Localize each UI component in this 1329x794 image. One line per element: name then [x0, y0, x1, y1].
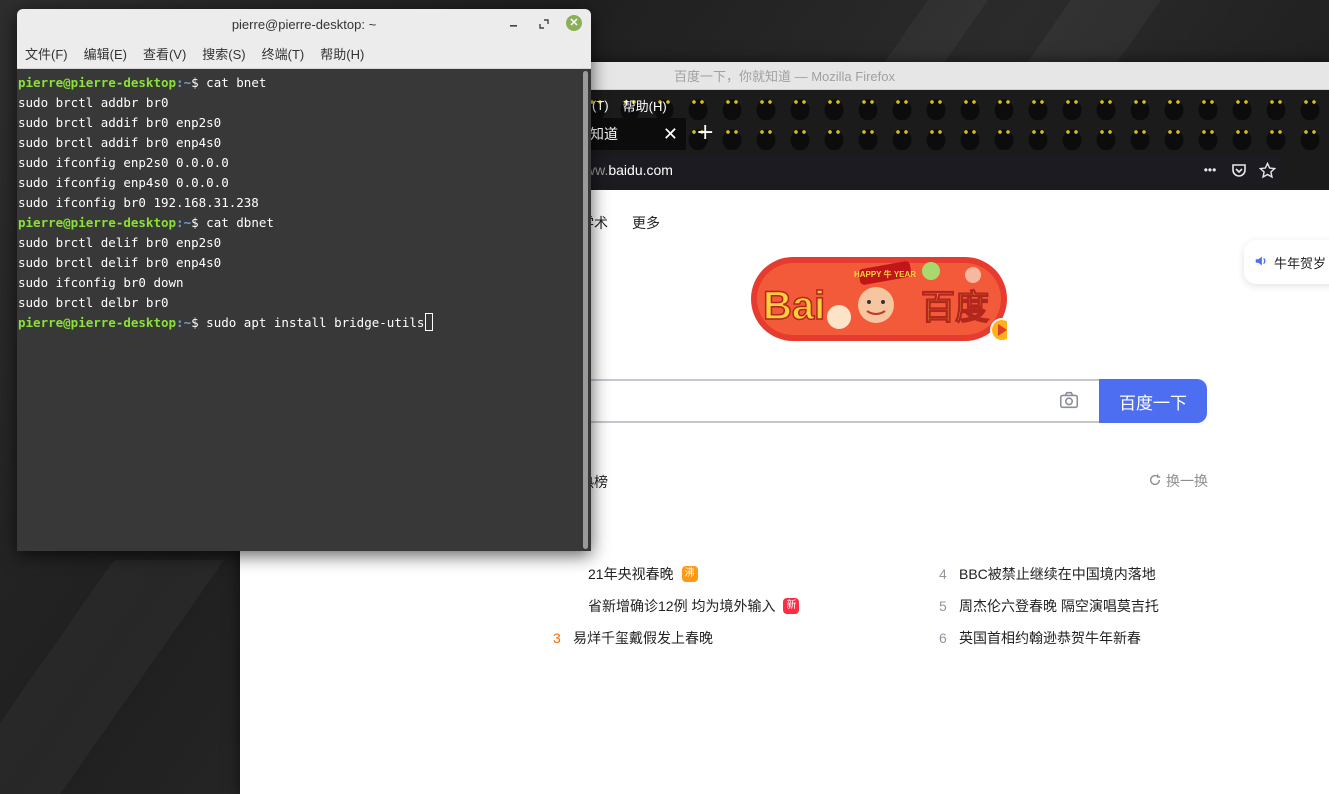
hot-rank: 5: [939, 598, 947, 614]
baidu-doodle-logo[interactable]: HAPPY 牛 YEAR Bai 百度: [751, 257, 1014, 343]
prompt-symbol: $: [191, 75, 207, 90]
minimize-icon[interactable]: [506, 16, 522, 32]
terminal-prompt-line: pierre@pierre-desktop:~$ sudo apt instal…: [18, 313, 591, 333]
new-badge: 新: [783, 598, 800, 614]
page-actions-icon[interactable]: •••: [1199, 159, 1221, 181]
hot-item-text: 周杰伦六登春晚 隔空演唱莫吉托: [959, 598, 1159, 614]
side-pill-label: 牛年贺岁: [1274, 255, 1327, 271]
prompt-user: pierre@pierre-desktop: [18, 215, 177, 230]
prompt-path: :~: [176, 75, 192, 90]
close-icon[interactable]: ✕: [566, 15, 582, 31]
terminal-titlebar[interactable]: pierre@pierre-desktop: ~ ✕: [17, 9, 591, 39]
terminal-command: cat bnet: [206, 75, 267, 90]
hot-item[interactable]: 21年央视春晚 沸: [588, 564, 698, 584]
speaker-icon: [1254, 254, 1268, 271]
terminal-title: pierre@pierre-desktop: ~: [231, 16, 377, 32]
terminal-menu-help[interactable]: 帮助(H): [320, 44, 364, 63]
camera-icon[interactable]: [1058, 389, 1082, 413]
hot-rank: 4: [939, 566, 947, 582]
doodle-text-bai: Bai: [763, 284, 825, 328]
terminal-output-line: sudo brctl delbr br0: [18, 295, 169, 310]
prompt-user: pierre@pierre-desktop: [18, 315, 177, 330]
terminal-window: pierre@pierre-desktop: ~ ✕ 文件(F) 编辑(E) 查…: [17, 9, 591, 551]
firefox-menu-help[interactable]: 帮助(H): [623, 96, 667, 115]
prompt-symbol: $: [191, 315, 207, 330]
hot-list-refresh[interactable]: 换一换: [1148, 471, 1208, 491]
baidu-search-input[interactable]: [580, 379, 1100, 423]
firefox-tab-label: 知道: [590, 126, 618, 142]
hot-item[interactable]: 6 英国首相约翰逊恭贺牛年新春: [939, 628, 1141, 648]
doodle-banner-text: HAPPY 牛 YEAR: [854, 269, 916, 279]
hot-item[interactable]: 4 BBC被禁止继续在中国境内落地: [939, 564, 1156, 584]
terminal-output[interactable]: pierre@pierre-desktop:~$ cat bnet sudo b…: [17, 69, 591, 551]
terminal-output-line: sudo ifconfig br0 192.168.31.238: [18, 195, 259, 210]
terminal-output-line: sudo ifconfig enp2s0 0.0.0.0: [18, 155, 229, 170]
hot-item[interactable]: 5 周杰伦六登春晚 隔空演唱莫吉托: [939, 596, 1159, 616]
terminal-menu-file[interactable]: 文件(F): [25, 44, 68, 63]
terminal-cursor: [425, 313, 434, 331]
terminal-command-current: sudo apt install bridge-utils: [206, 315, 425, 330]
terminal-menu-terminal[interactable]: 终端(T): [262, 44, 305, 63]
pocket-icon[interactable]: [1228, 159, 1250, 181]
url-domain: baidu.com: [608, 162, 673, 178]
firefox-window-title: 百度一下，你就知道 — Mozilla Firefox: [673, 69, 896, 84]
terminal-command: cat dbnet: [206, 215, 274, 230]
terminal-output-line: sudo brctl delif br0 enp2s0: [18, 235, 222, 250]
prompt-symbol: $: [191, 215, 207, 230]
hot-rank: 6: [939, 630, 947, 646]
terminal-scrollbar[interactable]: [583, 71, 588, 549]
terminal-output-line: sudo brctl addif br0 enp4s0: [18, 135, 222, 150]
hot-item-text: BBC被禁止继续在中国境内落地: [959, 566, 1156, 582]
hot-rank: 3: [553, 630, 561, 646]
hot-item[interactable]: 3 易烊千玺戴假发上春晚: [553, 628, 713, 648]
terminal-prompt-line: pierre@pierre-desktop:~$ cat dbnet: [18, 213, 591, 233]
terminal-output-line: sudo brctl addbr br0: [18, 95, 169, 110]
baidu-top-nav: 学术 更多: [580, 213, 660, 233]
terminal-output-line: sudo ifconfig br0 down: [18, 275, 184, 290]
bookmark-star-icon[interactable]: [1256, 159, 1278, 181]
new-tab-button[interactable]: +: [696, 120, 714, 146]
terminal-menubar: 文件(F) 编辑(E) 查看(V) 搜索(S) 终端(T) 帮助(H): [17, 39, 591, 69]
terminal-menu-search[interactable]: 搜索(S): [202, 44, 245, 63]
refresh-label: 换一换: [1166, 473, 1208, 489]
prompt-user: pierre@pierre-desktop: [18, 75, 177, 90]
hot-item[interactable]: 省新增确诊12例 均为境外输入 新: [588, 596, 800, 616]
baidu-search-button[interactable]: 百度一下: [1099, 379, 1207, 423]
terminal-prompt-line: pierre@pierre-desktop:~$ cat bnet: [18, 73, 591, 93]
terminal-menu-view[interactable]: 查看(V): [143, 44, 186, 63]
prompt-path: :~: [176, 215, 192, 230]
url-text[interactable]: ww.baidu.com: [585, 162, 673, 178]
hot-item-text: 易烊千玺戴假发上春晚: [573, 630, 713, 646]
baidu-nav-more[interactable]: 更多: [632, 213, 660, 233]
maximize-icon[interactable]: [536, 16, 552, 32]
firefox-tab-baidu[interactable]: 知道 ✕: [580, 118, 686, 150]
hot-item-text: 英国首相约翰逊恭贺牛年新春: [959, 630, 1141, 646]
doodle-text-baidu: 百度: [921, 288, 989, 328]
baidu-search-form: 百度一下: [580, 379, 1207, 423]
hot-item-text: 21年央视春晚: [588, 566, 674, 582]
side-festival-pill[interactable]: 牛年贺岁: [1244, 240, 1329, 284]
hot-item-text: 省新增确诊12例 均为境外输入: [588, 598, 776, 614]
hot-badge: 沸: [681, 566, 698, 582]
terminal-output-line: sudo ifconfig enp4s0 0.0.0.0: [18, 175, 229, 190]
terminal-output-line: sudo brctl addif br0 enp2s0: [18, 115, 222, 130]
prompt-path: :~: [176, 315, 192, 330]
terminal-output-line: sudo brctl delif br0 enp4s0: [18, 255, 222, 270]
tab-close-icon[interactable]: ✕: [663, 124, 678, 144]
firefox-menu-tools[interactable]: (T): [592, 98, 609, 113]
refresh-icon: [1148, 473, 1162, 490]
desktop-wallpaper-stripe: [0, 560, 225, 794]
terminal-menu-edit[interactable]: 编辑(E): [84, 44, 127, 63]
url-bar[interactable]: ww.baidu.com •••: [585, 155, 1281, 185]
